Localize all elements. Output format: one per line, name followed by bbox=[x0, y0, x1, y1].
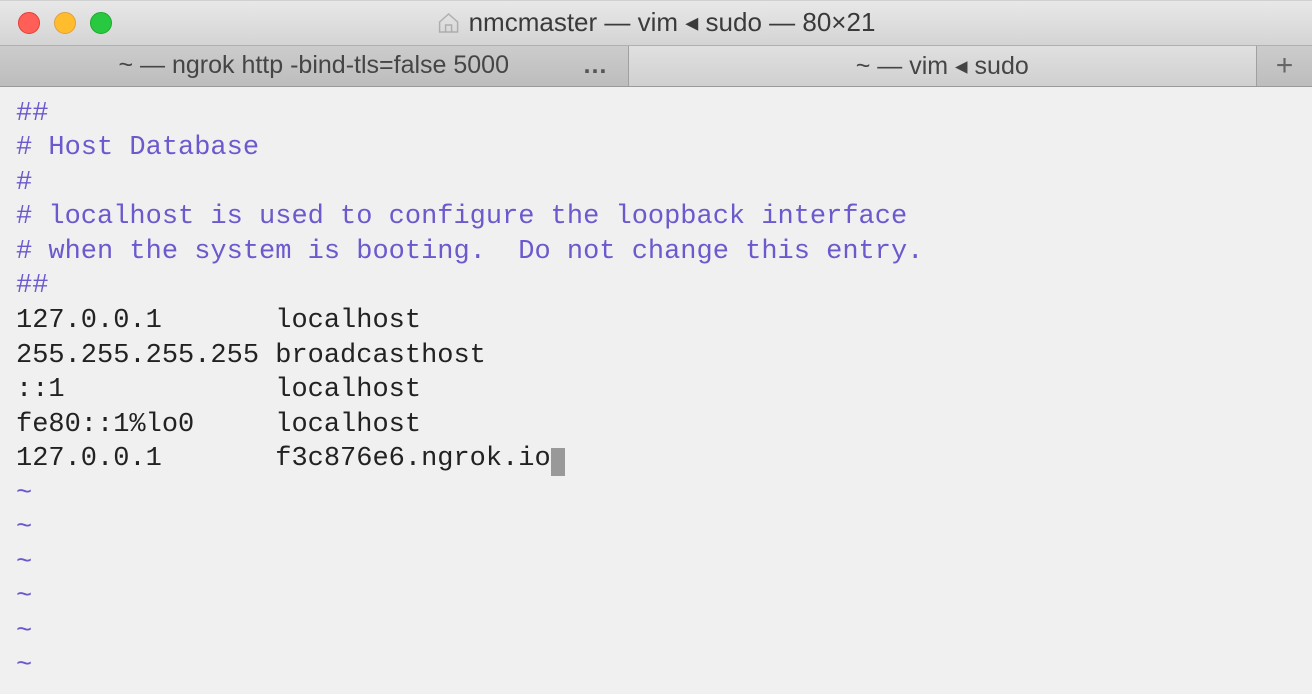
cursor bbox=[551, 448, 565, 476]
close-button[interactable] bbox=[18, 12, 40, 34]
vim-tilde: ~ bbox=[16, 617, 32, 647]
host-entry-ip: ::1 bbox=[16, 375, 259, 405]
comment-line: # localhost is used to configure the loo… bbox=[16, 202, 907, 232]
tab-label: ~ — vim ◂ sudo bbox=[856, 51, 1029, 81]
terminal-window: nmcmaster — vim ◂ sudo — 80×21 ~ — ngrok… bbox=[0, 0, 1312, 694]
host-entry-ip: 127.0.0.1 bbox=[16, 444, 259, 474]
home-icon bbox=[437, 11, 461, 35]
tab-ellipsis: … bbox=[583, 51, 610, 80]
plus-icon: + bbox=[1276, 49, 1294, 83]
host-entry-ip: 255.255.255.255 bbox=[16, 341, 259, 371]
host-entry-name: broadcasthost bbox=[259, 341, 486, 371]
host-entry-ip: fe80::1%lo0 bbox=[16, 410, 259, 440]
tab-vim-sudo[interactable]: ~ — vim ◂ sudo bbox=[629, 46, 1258, 86]
vim-tilde: ~ bbox=[16, 513, 32, 543]
tab-label: ~ — ngrok http -bind-tls=false 5000 bbox=[118, 51, 509, 80]
terminal-content[interactable]: ## # Host Database # # localhost is used… bbox=[0, 87, 1312, 694]
new-tab-button[interactable]: + bbox=[1257, 46, 1312, 86]
traffic-lights bbox=[18, 12, 112, 34]
tab-bar: ~ — ngrok http -bind-tls=false 5000 … ~ … bbox=[0, 46, 1312, 87]
vim-tilde: ~ bbox=[16, 479, 32, 509]
vim-tilde: ~ bbox=[16, 651, 32, 681]
window-title-text: nmcmaster — vim ◂ sudo — 80×21 bbox=[469, 7, 876, 38]
tab-ngrok[interactable]: ~ — ngrok http -bind-tls=false 5000 … bbox=[0, 46, 629, 86]
minimize-button[interactable] bbox=[54, 12, 76, 34]
comment-line: # bbox=[16, 168, 32, 198]
host-entry-name: localhost bbox=[259, 410, 421, 440]
comment-line: ## bbox=[16, 99, 48, 129]
comment-line: # when the system is booting. Do not cha… bbox=[16, 237, 923, 267]
vim-tilde: ~ bbox=[16, 582, 32, 612]
host-entry-ip: 127.0.0.1 bbox=[16, 306, 259, 336]
vim-tilde: ~ bbox=[16, 548, 32, 578]
titlebar[interactable]: nmcmaster — vim ◂ sudo — 80×21 bbox=[0, 1, 1312, 46]
host-entry-name: f3c876e6.ngrok.io bbox=[259, 444, 551, 474]
comment-line: ## bbox=[16, 271, 48, 301]
comment-line: # Host Database bbox=[16, 133, 259, 163]
window-title: nmcmaster — vim ◂ sudo — 80×21 bbox=[437, 7, 876, 38]
host-entry-name: localhost bbox=[259, 375, 421, 405]
maximize-button[interactable] bbox=[90, 12, 112, 34]
host-entry-name: localhost bbox=[259, 306, 421, 336]
